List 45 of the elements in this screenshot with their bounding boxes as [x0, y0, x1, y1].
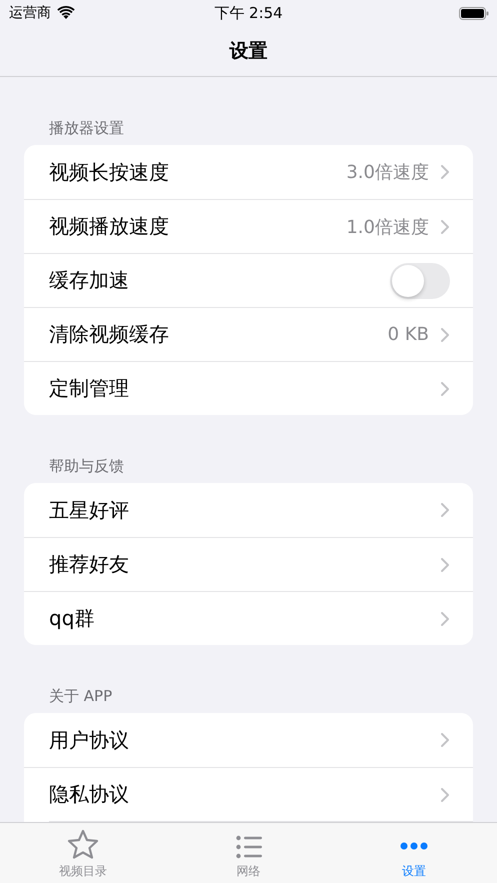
settings-row[interactable]: qq群 [24, 591, 473, 645]
settings-row[interactable]: 视频播放速度 1.0倍速度 [24, 199, 473, 253]
chevron-icon [441, 165, 449, 179]
section-header: 帮助与反馈 [49, 456, 124, 476]
page-title: 设置 [230, 39, 268, 64]
row-value: 1.0倍速度 [346, 216, 429, 238]
tab-item[interactable]: 设置 [331, 823, 497, 883]
chevron-icon [441, 382, 449, 396]
section-header: 关于 APP [49, 686, 112, 706]
row-label: 视频播放速度 [49, 213, 170, 240]
settings-row[interactable]: 推荐好友 [24, 537, 473, 591]
row-label: 视频长按速度 [49, 158, 170, 186]
chevron-icon [441, 558, 449, 572]
settings-row[interactable]: 清除视频缓存 0 KB [24, 307, 473, 361]
chevron-icon [441, 503, 449, 517]
chevron-icon [441, 328, 449, 342]
row-value: 3.0倍速度 [346, 161, 429, 184]
row-label: qq群 [49, 605, 96, 632]
battery-icon [459, 6, 489, 20]
chevron-icon [441, 612, 449, 626]
carrier-name: 运营商 [9, 4, 51, 22]
settings-row[interactable]: 定制管理 [24, 361, 473, 415]
settings-row[interactable]: 隐私协议 [24, 767, 473, 821]
row-label: 五星好评 [49, 496, 130, 524]
star-icon [66, 829, 99, 859]
settings-row[interactable]: 五星好评 [24, 483, 473, 537]
row-label: 用户协议 [49, 726, 130, 754]
row-value: 0 KB [388, 324, 429, 345]
chevron-icon [441, 733, 449, 747]
chevron-icon [441, 220, 449, 234]
row-label: 隐私协议 [49, 781, 130, 808]
chevron-icon [441, 788, 449, 802]
toggle-switch[interactable] [390, 262, 450, 298]
row-label: 清除视频缓存 [49, 321, 170, 348]
settings-row[interactable]: 用户协议 [24, 713, 473, 767]
settings-row[interactable]: 缓存加速 [24, 253, 473, 307]
wifi-icon [57, 6, 75, 20]
row-label: 推荐好友 [49, 551, 130, 578]
more-icon [400, 842, 428, 850]
list-icon [236, 835, 262, 859]
settings-row[interactable]: 视频长按速度 3.0倍速度 [24, 145, 473, 199]
status-time: 下午 2:54 [214, 4, 283, 22]
row-label: 缓存加速 [49, 267, 130, 294]
section-header: 播放器设置 [49, 118, 124, 138]
row-label: 定制管理 [49, 375, 130, 402]
